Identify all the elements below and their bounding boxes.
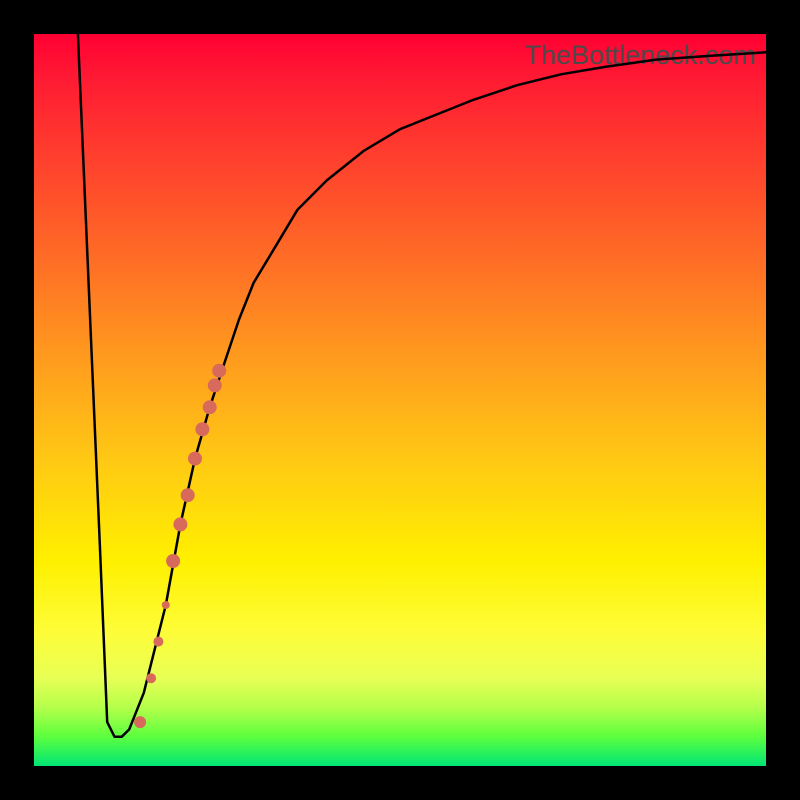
bottleneck-curve bbox=[78, 34, 766, 737]
marker-dot bbox=[208, 378, 222, 392]
marker-dot bbox=[162, 601, 170, 609]
marker-dot bbox=[181, 488, 195, 502]
marker-dot bbox=[146, 673, 156, 683]
marker-dot bbox=[203, 400, 217, 414]
plot-area: TheBottleneck.com bbox=[34, 34, 766, 766]
marker-dot bbox=[134, 716, 146, 728]
marker-dot bbox=[195, 422, 209, 436]
curve-layer bbox=[34, 34, 766, 766]
marker-dot bbox=[212, 364, 226, 378]
marker-dot bbox=[153, 637, 163, 647]
marker-dot bbox=[166, 554, 180, 568]
chart-frame: TheBottleneck.com bbox=[0, 0, 800, 800]
marker-dot bbox=[188, 452, 202, 466]
marker-dot bbox=[173, 517, 187, 531]
